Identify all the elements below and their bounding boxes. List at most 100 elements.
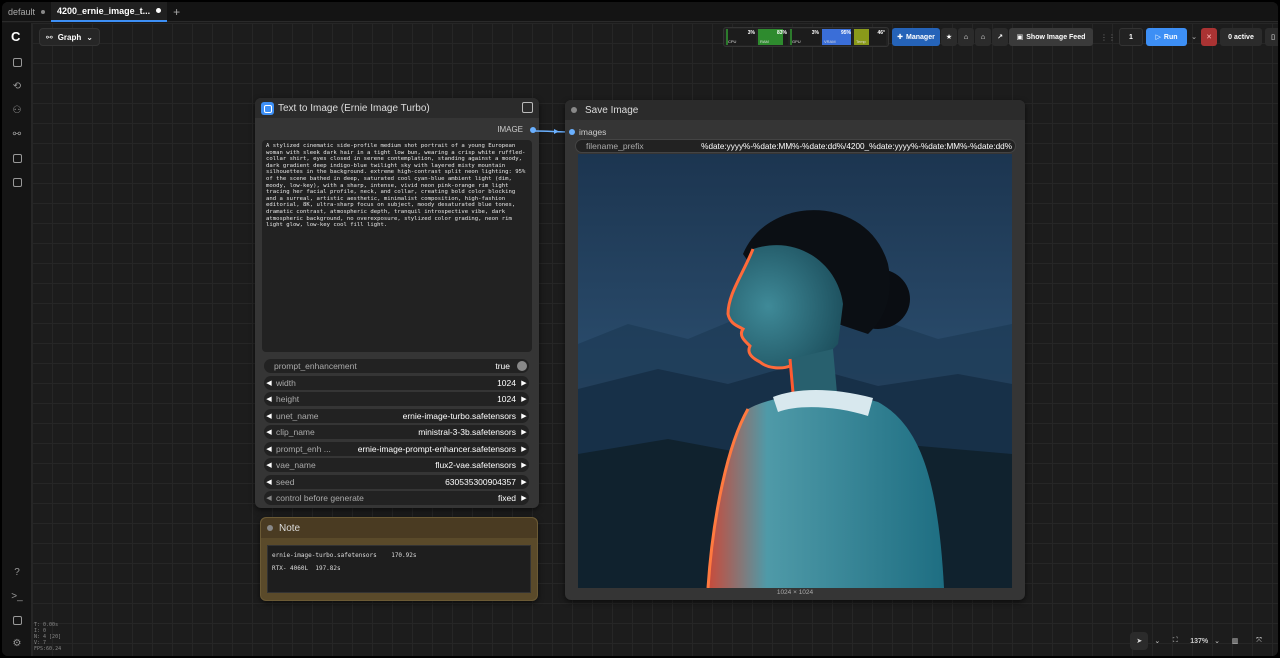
- help-icon[interactable]: ?: [10, 565, 24, 579]
- terminal-icon[interactable]: >_: [10, 589, 24, 603]
- canvas-controls: ➤ ⌄ ⛶ 137% ⌄ ▥ ⤧: [1130, 632, 1268, 650]
- queue-icon[interactable]: ⚯: [10, 127, 24, 141]
- image-size-caption: 1024 × 1024: [776, 589, 814, 596]
- seed-widget[interactable]: ◀ seed 630535300904357 ▶: [264, 475, 529, 489]
- decrement-icon[interactable]: ◀: [264, 395, 274, 403]
- save-image-node[interactable]: Save Image images filename_prefix %date:…: [565, 100, 1025, 600]
- increment-icon[interactable]: ▶: [519, 379, 529, 387]
- clip-name-widget[interactable]: ◀ clip_name ministral-3-3b.safetensors ▶: [264, 425, 529, 439]
- close-icon: ✕: [1206, 34, 1212, 41]
- collapse-dot-icon[interactable]: [267, 525, 273, 531]
- favorites-button[interactable]: ★: [941, 28, 957, 46]
- unsaved-dot-icon: [41, 9, 46, 14]
- comfy-logo-icon[interactable]: C: [11, 29, 20, 44]
- model-library-icon[interactable]: ⟲: [10, 79, 24, 93]
- ram-meter: RAM 83%: [758, 29, 788, 45]
- portrait-image: [578, 154, 1012, 588]
- settings-gear-icon[interactable]: ⚙: [10, 636, 24, 650]
- filename-prefix-input[interactable]: filename_prefix %date:yyyy%-%date:MM%-%d…: [575, 139, 1016, 153]
- increment-icon[interactable]: ▶: [519, 395, 529, 403]
- assets-icon[interactable]: [10, 175, 24, 189]
- prev-icon[interactable]: ◀: [264, 428, 274, 436]
- vram-meter: VRAM 95%: [822, 29, 852, 45]
- unload-models-button[interactable]: ⌂: [958, 28, 974, 46]
- prompt-enhancement-toggle[interactable]: prompt_enhancement true: [264, 359, 529, 373]
- select-mode-button[interactable]: ➤: [1130, 632, 1149, 650]
- temp-meter: Temp 46°: [854, 29, 886, 45]
- graph-menu-button[interactable]: ⚯ Graph ⌄: [39, 28, 100, 46]
- node-title-bar[interactable]: Text to Image (Ernie Image Turbo): [255, 98, 539, 118]
- save-title-bar[interactable]: Save Image: [565, 100, 1025, 120]
- graph-icon: ⚯: [46, 32, 53, 42]
- prev-icon[interactable]: ◀: [264, 412, 274, 420]
- keyboard-icon[interactable]: [10, 613, 24, 627]
- fit-view-button[interactable]: ⛶: [1166, 632, 1184, 650]
- images-input-slot[interactable]: [569, 129, 575, 135]
- workflows-icon[interactable]: ⚇: [10, 103, 24, 117]
- drag-handle-icon[interactable]: ⋮⋮: [1100, 33, 1116, 42]
- note-textarea[interactable]: ernie-image-turbo.safetensors 170.92s RTX…: [267, 545, 531, 593]
- puzzle-icon: ✚: [897, 34, 904, 41]
- expand-icon[interactable]: [522, 102, 533, 113]
- image-icon: ▣: [1016, 34, 1024, 41]
- minimap-button[interactable]: ▥: [1226, 632, 1244, 650]
- cpu-meter: CPU 3%: [726, 29, 756, 45]
- link-visibility-button[interactable]: ⤧: [1250, 632, 1268, 650]
- tab-workflow[interactable]: 4200_ernie_image_t...: [51, 2, 168, 22]
- app-window: default 4200_ernie_image_t... + ⟲ ⚇ ⚯ ? …: [2, 2, 1278, 656]
- toggle-panel-button[interactable]: ▯: [1265, 28, 1278, 46]
- note-title-bar[interactable]: Note: [261, 518, 537, 538]
- zoom-level[interactable]: 137%: [1190, 638, 1208, 645]
- collapse-dot-icon[interactable]: [571, 107, 577, 113]
- next-icon[interactable]: ▶: [519, 445, 529, 453]
- input-slot-label: images: [579, 127, 607, 137]
- broom-icon: ⌂: [980, 33, 986, 41]
- next-icon[interactable]: ▶: [519, 412, 529, 420]
- star-icon: ★: [945, 34, 953, 41]
- queue-count-input[interactable]: 1: [1119, 28, 1143, 46]
- free-memory-button[interactable]: ⌂: [975, 28, 991, 46]
- fit-view-icon: ⛶: [1172, 637, 1178, 644]
- run-button[interactable]: ▷ Run: [1146, 28, 1187, 46]
- prompt-enhancer-widget[interactable]: ◀ prompt_enh ... ernie-image-prompt-enha…: [264, 442, 529, 456]
- new-tab-button[interactable]: +: [167, 5, 186, 19]
- tab-label: default: [8, 6, 36, 17]
- cancel-button[interactable]: ✕: [1201, 28, 1217, 46]
- note-node[interactable]: Note ernie-image-turbo.safetensors 170.9…: [260, 517, 538, 601]
- toggle-knob-icon: [517, 361, 527, 371]
- left-sidebar: ⟲ ⚇ ⚯ ? >_ ⚙: [2, 23, 32, 656]
- text-to-image-node[interactable]: Text to Image (Ernie Image Turbo) IMAGE …: [255, 98, 539, 508]
- next-icon[interactable]: ▶: [519, 494, 529, 502]
- subgraph-badge-icon: [261, 101, 274, 115]
- chevron-down-icon[interactable]: ⌄: [1154, 637, 1160, 645]
- tab-default[interactable]: default: [2, 2, 51, 22]
- cursor-icon: ➤: [1136, 638, 1143, 645]
- node-library-icon[interactable]: [10, 55, 24, 69]
- control-before-generate-widget[interactable]: ◀ control before generate fixed ▶: [264, 491, 529, 505]
- share-button[interactable]: ↗: [992, 28, 1008, 46]
- link-icon: ⤧: [1256, 637, 1262, 644]
- show-image-feed-button[interactable]: ▣ Show Image Feed: [1009, 28, 1093, 46]
- height-widget[interactable]: ◀ height 1024 ▶: [264, 392, 529, 406]
- decrement-icon[interactable]: ◀: [264, 379, 274, 387]
- prev-icon[interactable]: ◀: [264, 461, 274, 469]
- output-slot-label: IMAGE: [497, 125, 523, 134]
- prev-icon[interactable]: ◀: [264, 494, 274, 502]
- next-icon[interactable]: ▶: [519, 461, 529, 469]
- increment-icon[interactable]: ▶: [519, 478, 529, 486]
- unet-name-widget[interactable]: ◀ unet_name ernie-image-turbo.safetensor…: [264, 409, 529, 423]
- prev-icon[interactable]: ◀: [264, 445, 274, 453]
- next-icon[interactable]: ▶: [519, 428, 529, 436]
- run-options-chevron-icon[interactable]: ⌄: [1190, 28, 1198, 46]
- width-widget[interactable]: ◀ width 1024 ▶: [264, 376, 529, 390]
- generated-image-preview[interactable]: [578, 154, 1012, 588]
- decrement-icon[interactable]: ◀: [264, 478, 274, 486]
- vae-name-widget[interactable]: ◀ vae_name flux2-vae.safetensors ▶: [264, 458, 529, 472]
- unsaved-dot-icon: [156, 8, 162, 13]
- prompt-textarea[interactable]: A stylized cinematic side-profile medium…: [262, 140, 532, 352]
- active-queue-button[interactable]: 0 active: [1220, 28, 1262, 46]
- templates-icon[interactable]: [10, 151, 24, 165]
- manager-button[interactable]: ✚ Manager: [892, 28, 940, 46]
- chevron-down-icon: ⌄: [86, 32, 93, 42]
- chevron-down-icon[interactable]: ⌄: [1214, 637, 1220, 645]
